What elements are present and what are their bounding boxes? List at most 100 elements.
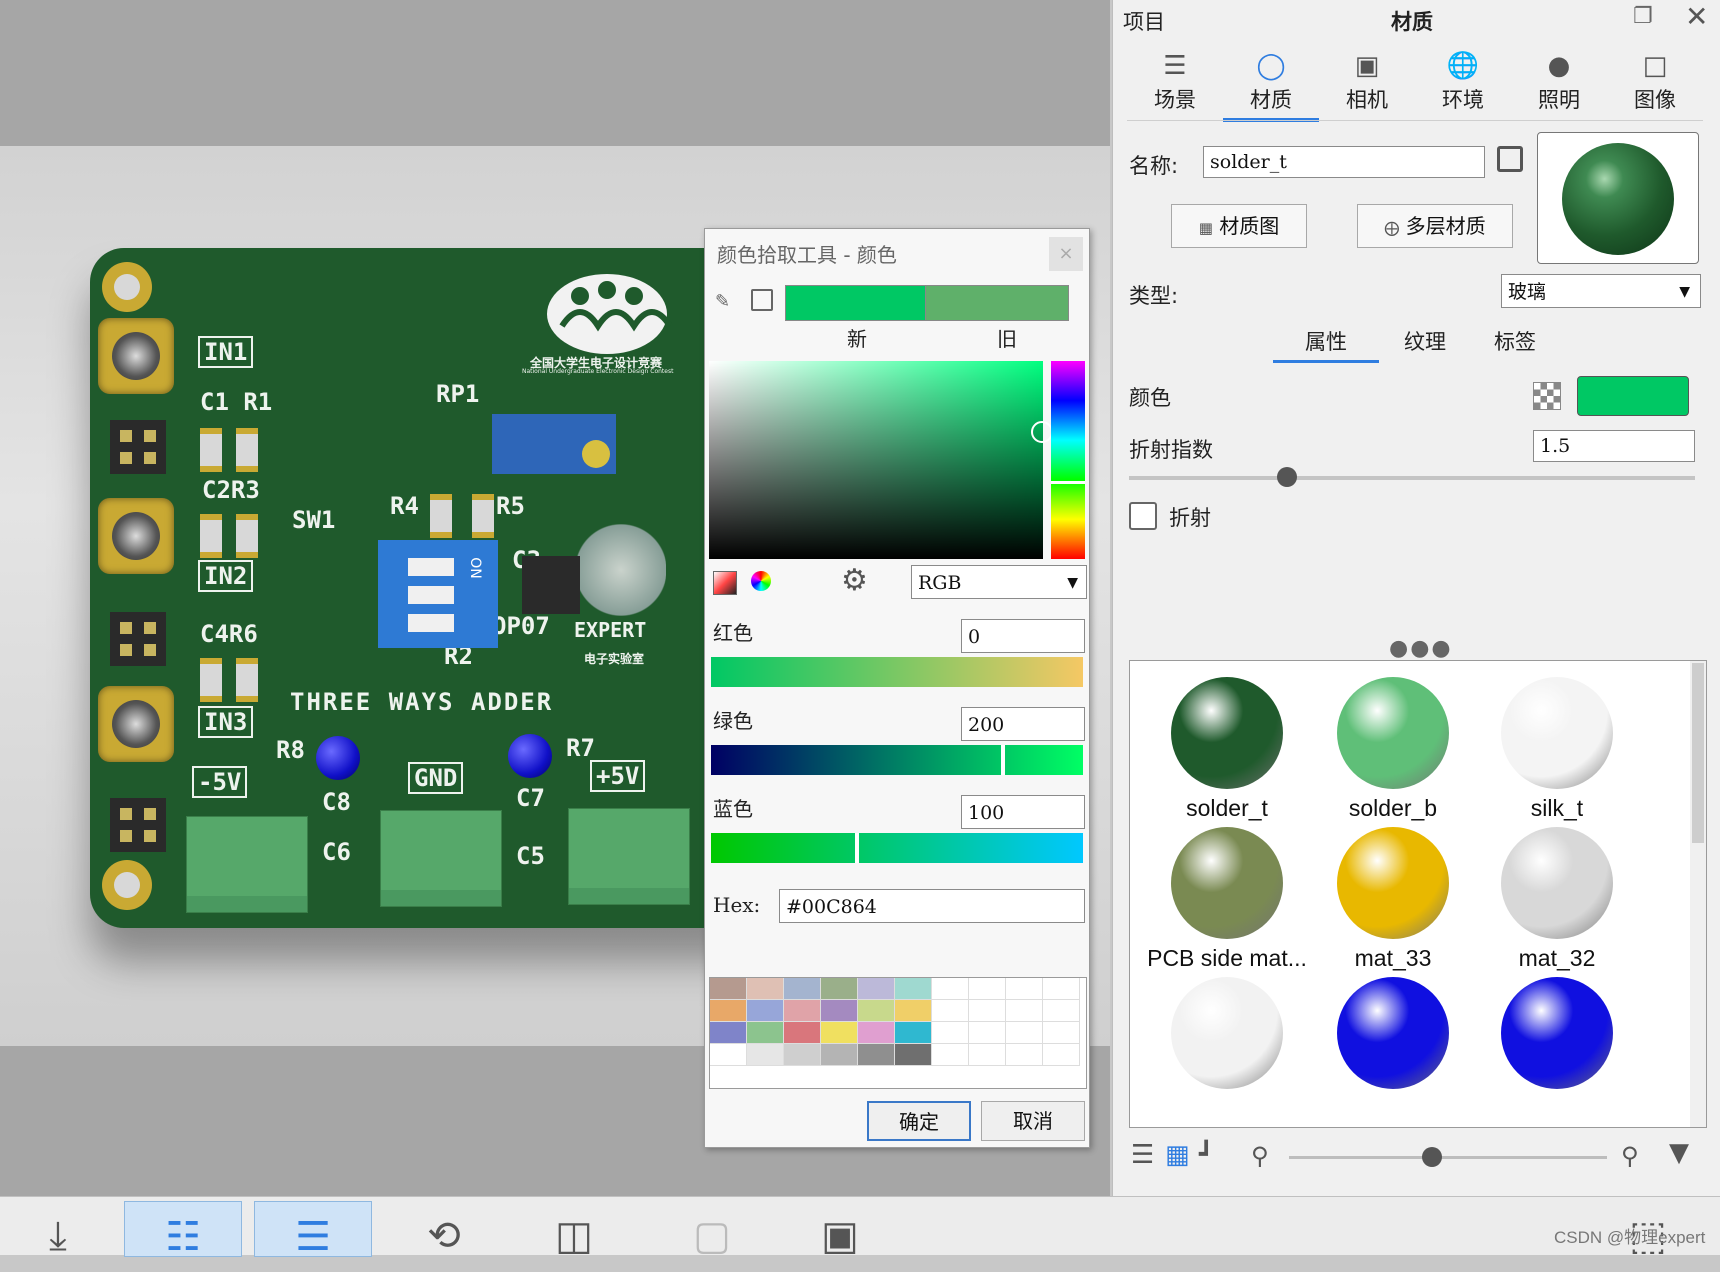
settings-gear-icon[interactable]: ⚙ bbox=[841, 563, 868, 598]
filter-icon[interactable]: ▼ bbox=[1669, 1138, 1689, 1168]
color-swatch[interactable] bbox=[932, 1044, 969, 1066]
zoom-in-icon[interactable]: ⚲ bbox=[1621, 1142, 1639, 1170]
screenshot-button[interactable]: ▣ bbox=[782, 1201, 898, 1259]
material-thumbnail[interactable]: silk_t bbox=[1472, 667, 1642, 827]
grid-view-icon[interactable]: ▦ bbox=[1165, 1140, 1190, 1170]
sv-cursor[interactable] bbox=[1031, 421, 1053, 443]
color-swatch[interactable] bbox=[895, 978, 932, 1000]
save-material-icon[interactable] bbox=[1497, 146, 1523, 172]
tab-scene[interactable]: ☰ 场景 bbox=[1127, 48, 1223, 118]
green-slider[interactable] bbox=[711, 745, 1083, 775]
color-swatch[interactable] bbox=[784, 1000, 821, 1022]
blue-slider[interactable] bbox=[711, 833, 1083, 863]
color-swatch[interactable] bbox=[1006, 1044, 1043, 1066]
subtab-properties[interactable]: 属性 bbox=[1273, 326, 1379, 363]
color-swatch[interactable] bbox=[710, 1000, 747, 1022]
color-swatch[interactable] bbox=[969, 1044, 1006, 1066]
color-picker-dialog[interactable]: 颜色拾取工具 - 颜色 × ✎ 新 旧 ⚙ RGB ▼ 红色 0 绿色 200 … bbox=[704, 228, 1090, 1148]
ior-slider-thumb[interactable] bbox=[1277, 467, 1298, 487]
color-swatch[interactable] bbox=[747, 978, 784, 1000]
hex-input[interactable]: #00C864 bbox=[779, 889, 1085, 923]
hue-slider[interactable] bbox=[1051, 361, 1085, 559]
material-library[interactable]: solder_t solder_b silk_t PCB side mat... mat… bbox=[1129, 660, 1707, 1128]
list-view-icon[interactable]: ☰ bbox=[1131, 1140, 1154, 1170]
green-slider-marker[interactable] bbox=[1001, 745, 1005, 775]
material-thumbnail[interactable]: solder_t bbox=[1142, 667, 1312, 827]
material-thumbnail[interactable] bbox=[1308, 967, 1478, 1127]
color-swatch[interactable] bbox=[1006, 978, 1043, 1000]
zoom-out-icon[interactable]: ⚲ bbox=[1251, 1142, 1269, 1170]
import-button[interactable]: ⤓ bbox=[0, 1201, 116, 1259]
color-swatch[interactable] bbox=[858, 978, 895, 1000]
color-value-swatch[interactable] bbox=[1577, 376, 1689, 416]
color-swatch-palette[interactable] bbox=[709, 977, 1087, 1089]
zoom-slider-thumb[interactable] bbox=[1422, 1147, 1443, 1167]
color-swatch[interactable] bbox=[821, 1022, 858, 1044]
color-swatch[interactable] bbox=[895, 1000, 932, 1022]
color-swatch[interactable] bbox=[747, 1044, 784, 1066]
color-swatch[interactable] bbox=[784, 1044, 821, 1066]
color-swatch[interactable] bbox=[932, 1000, 969, 1022]
color-swatch[interactable] bbox=[710, 1044, 747, 1066]
save-color-icon[interactable] bbox=[751, 289, 773, 311]
library-button[interactable]: ☷ bbox=[124, 1201, 242, 1260]
ior-slider[interactable] bbox=[1129, 467, 1695, 487]
scrollbar-thumb[interactable] bbox=[1692, 663, 1704, 843]
material-panel[interactable]: 项目 材质 ❐ ✕ ☰ 场景 ◯ 材质 ▣ 相机 🌐 环境 ● 照明 □ 图像 … bbox=[1112, 0, 1720, 1196]
color-swatch[interactable] bbox=[932, 1022, 969, 1044]
subtab-texture[interactable]: 纹理 bbox=[1383, 326, 1467, 356]
material-thumbnail[interactable]: PCB side mat... bbox=[1142, 817, 1312, 977]
color-swatch[interactable] bbox=[747, 1000, 784, 1022]
color-swatch[interactable] bbox=[784, 978, 821, 1000]
cancel-button[interactable]: 取消 bbox=[981, 1101, 1085, 1141]
hue-marker[interactable] bbox=[1051, 481, 1085, 484]
tree-view-icon[interactable]: ┛ bbox=[1199, 1140, 1213, 1168]
blue-input[interactable]: 100 bbox=[961, 795, 1085, 829]
material-thumbnail[interactable] bbox=[1142, 967, 1312, 1127]
saturation-value-field[interactable] bbox=[709, 361, 1053, 559]
material-thumbnail[interactable]: mat_33 bbox=[1308, 817, 1478, 977]
dialog-close-button[interactable]: × bbox=[1049, 237, 1083, 271]
tab-material[interactable]: ◯ 材质 bbox=[1223, 48, 1319, 122]
subtab-labels[interactable]: 标签 bbox=[1473, 326, 1557, 356]
tab-lighting[interactable]: ● 照明 bbox=[1511, 48, 1607, 118]
color-square-mode-icon[interactable] bbox=[713, 571, 737, 595]
color-swatch[interactable] bbox=[969, 978, 1006, 1000]
color-swatch[interactable] bbox=[1043, 1000, 1080, 1022]
render-animate-button[interactable]: ⟲ bbox=[386, 1201, 502, 1259]
tab-camera[interactable]: ▣ 相机 bbox=[1319, 48, 1415, 118]
red-slider[interactable] bbox=[711, 657, 1083, 687]
color-swatch[interactable] bbox=[747, 1022, 784, 1044]
color-mode-select[interactable]: RGB ▼ bbox=[911, 565, 1087, 599]
model-button[interactable]: ◫ bbox=[516, 1201, 632, 1259]
green-input[interactable]: 200 bbox=[961, 707, 1085, 741]
color-swatch[interactable] bbox=[821, 1000, 858, 1022]
tab-image[interactable]: □ 图像 bbox=[1607, 48, 1703, 118]
color-swatch[interactable] bbox=[858, 1044, 895, 1066]
color-swatch[interactable] bbox=[710, 1022, 747, 1044]
ior-input[interactable]: 1.5 bbox=[1533, 430, 1695, 462]
color-swatch[interactable] bbox=[1043, 1044, 1080, 1066]
color-swatch[interactable] bbox=[784, 1022, 821, 1044]
thumbnail-zoom-slider[interactable] bbox=[1289, 1147, 1607, 1167]
color-swatch[interactable] bbox=[1006, 1000, 1043, 1022]
color-swatch[interactable] bbox=[858, 1000, 895, 1022]
blue-slider-marker[interactable] bbox=[855, 833, 859, 863]
color-wheel-icon[interactable] bbox=[751, 571, 771, 591]
color-swatch[interactable] bbox=[969, 1000, 1006, 1022]
color-swatch[interactable] bbox=[895, 1022, 932, 1044]
multilayer-material-button[interactable]: ⨁ 多层材质 bbox=[1357, 204, 1513, 248]
material-graph-button[interactable]: ▦ 材质图 bbox=[1171, 204, 1307, 248]
color-swatch[interactable] bbox=[821, 978, 858, 1000]
ok-button[interactable]: 确定 bbox=[867, 1101, 971, 1141]
red-input[interactable]: 0 bbox=[961, 619, 1085, 653]
tab-environment[interactable]: 🌐 环境 bbox=[1415, 48, 1511, 118]
color-swatch[interactable] bbox=[858, 1022, 895, 1044]
material-thumbnail[interactable]: mat_32 bbox=[1472, 817, 1642, 977]
keyshotweb-button[interactable]: ▢ bbox=[654, 1201, 770, 1259]
material-thumbnail[interactable] bbox=[1472, 967, 1642, 1127]
restore-window-icon[interactable]: ❐ bbox=[1633, 4, 1653, 29]
color-swatch[interactable] bbox=[932, 978, 969, 1000]
texture-map-icon[interactable] bbox=[1533, 382, 1561, 410]
color-swatch[interactable] bbox=[710, 978, 747, 1000]
